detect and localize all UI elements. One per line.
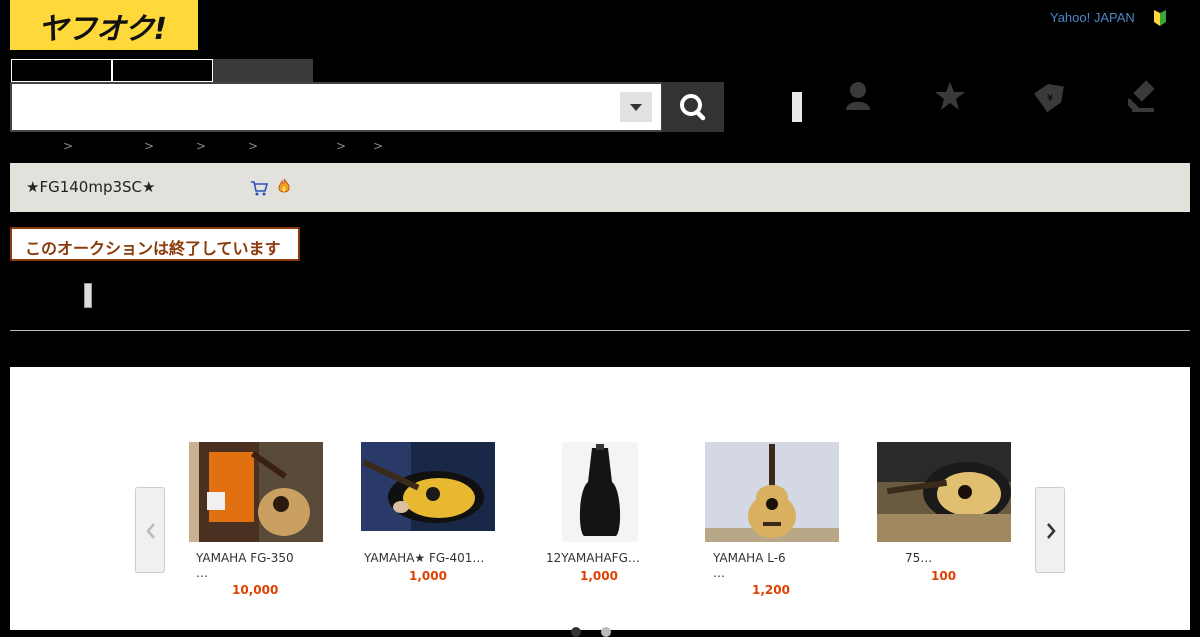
user-icon[interactable] [842,80,874,112]
divider [10,330,1190,331]
product-image[interactable] [705,442,839,542]
search-tab-1[interactable] [11,59,112,82]
yahoo-japan-link[interactable]: Yahoo! JAPAN [1050,10,1135,25]
product-price: 1,000 [409,569,447,583]
search-tabs [11,59,313,82]
carousel-dot[interactable] [601,627,611,637]
carousel-prev-button[interactable] [135,487,165,573]
auction-gavel-icon[interactable] [1128,80,1160,112]
breadcrumb-separator: > [373,139,384,153]
auction-ended-text: このオークションは終了しています [25,239,281,258]
small-indicator [84,283,92,308]
yahuoku-logo[interactable]: ヤフオク! [10,0,198,50]
product-name[interactable]: 75… [905,551,932,565]
auction-title: ★FG140mp3SC★ [26,178,156,196]
svg-text:¥: ¥ [1047,93,1053,104]
breadcrumb-separator: > [196,139,207,153]
product-image[interactable] [877,442,1011,542]
chevron-left-icon [146,523,155,539]
product-name-sub: … [196,566,208,580]
search-icon [680,94,706,121]
logo-text: ヤフオク! [38,12,167,47]
beginner-mark-icon[interactable] [1153,10,1167,26]
auction-title-bar: ★FG140mp3SC★ [10,163,1190,212]
chevron-right-icon [1047,523,1056,539]
product-price: 1,000 [580,569,618,583]
product-name-sub: … [713,566,725,580]
breadcrumb-separator: > [63,139,74,153]
product-image[interactable] [361,442,495,531]
scroll-indicator [792,92,802,122]
carousel-next-button[interactable] [1035,487,1065,573]
search-button[interactable] [662,82,724,132]
search-tab-2[interactable] [112,59,213,82]
product-name[interactable]: YAMAHA★ FG-401… [364,551,484,565]
product-name[interactable]: YAMAHA FG-350 [196,551,294,565]
search-tab-3[interactable] [213,59,313,82]
breadcrumb-separator: > [144,139,155,153]
coupon-tag-icon[interactable]: ¥ [1032,80,1064,112]
product-image[interactable] [189,442,323,542]
product-name[interactable]: 12YAMAHAFG… [546,551,640,565]
search-input[interactable] [10,82,663,132]
category-dropdown[interactable] [620,92,652,122]
cart-icon [251,181,268,196]
fire-icon [278,178,290,193]
breadcrumb-separator: > [336,139,347,153]
star-icon[interactable] [934,80,966,112]
product-price: 100 [931,569,957,583]
breadcrumb-separator: > [248,139,259,153]
product-price: 1,200 [752,583,790,597]
product-price: 10,000 [232,583,279,597]
auction-ended-notice: このオークションは終了しています [10,227,300,261]
product-image[interactable] [562,442,638,542]
product-name[interactable]: YAMAHA L-6 [713,551,786,565]
carousel-dot-active[interactable] [571,627,581,637]
